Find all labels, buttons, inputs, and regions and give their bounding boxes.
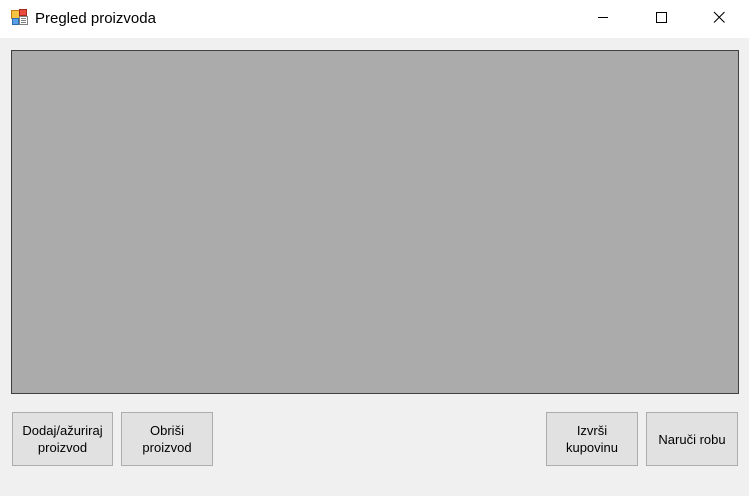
minimize-button[interactable] (574, 0, 632, 38)
delete-product-button[interactable]: Obriši proizvod (121, 412, 213, 466)
products-data-grid[interactable] (11, 50, 739, 394)
order-goods-button[interactable]: Naruči robu (646, 412, 738, 466)
window-title: Pregled proizvoda (35, 10, 156, 27)
title-bar[interactable]: Pregled proizvoda (0, 0, 749, 38)
make-purchase-button[interactable]: Izvrši kupovinu (546, 412, 638, 466)
close-icon (713, 10, 725, 28)
maximize-button[interactable] (632, 0, 690, 38)
minimize-icon (597, 10, 609, 28)
add-update-product-button[interactable]: Dodaj/ažuriraj proizvod (12, 412, 113, 466)
form-app-icon (11, 9, 28, 26)
maximize-icon (655, 10, 667, 28)
close-button[interactable] (690, 0, 748, 38)
main-window: Pregled proizvoda Dodaj/ažuriraj proizvo… (0, 0, 749, 496)
